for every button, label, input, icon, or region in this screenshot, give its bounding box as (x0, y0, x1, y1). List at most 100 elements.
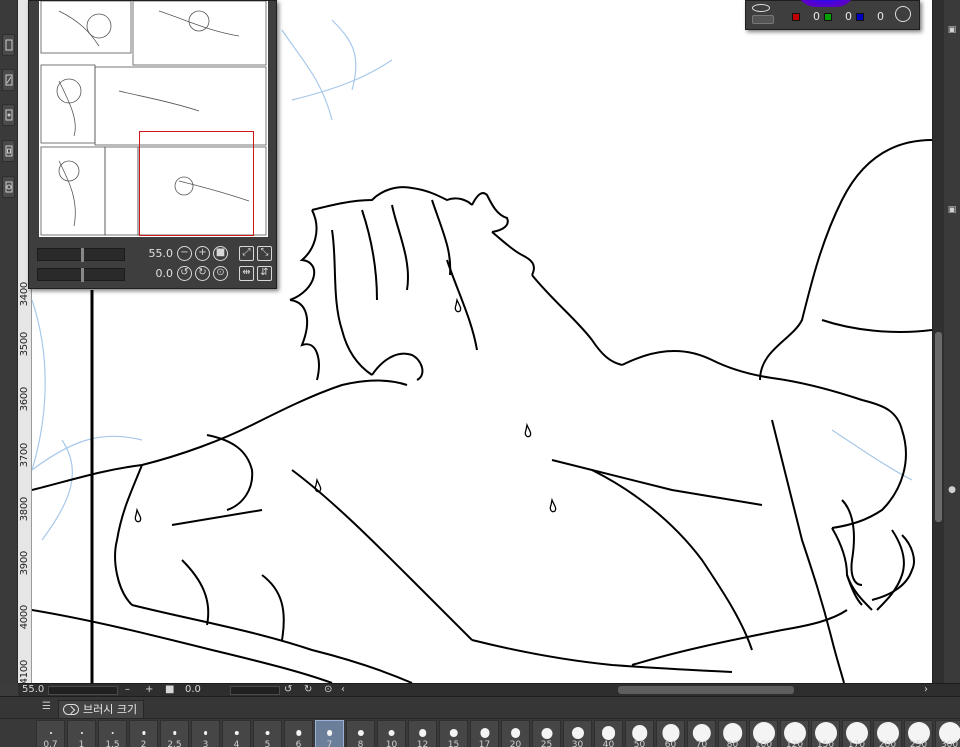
page-tool-button[interactable] (2, 176, 15, 198)
brush-size-cell[interactable]: 70 (687, 720, 716, 747)
wave-toggle-icon[interactable] (752, 15, 774, 24)
navigator-preview[interactable] (39, 1, 268, 237)
navigator-panel: 55.0 − + ■ ⤢ ⤡ 0.0 ↺ ↻ ⊙ ⇹ ⇵ (28, 0, 277, 289)
frame-tool-button[interactable] (2, 140, 15, 162)
brush-size-label: 1.5 (105, 740, 120, 747)
brush-size-dot (265, 730, 270, 736)
brush-size-cell[interactable]: 0.7 (36, 720, 65, 747)
blue-channel-value[interactable]: 0 (877, 10, 884, 23)
brush-size-cell[interactable]: 8 (346, 720, 375, 747)
brush-size-cell[interactable]: 4 (222, 720, 251, 747)
brush-size-cell[interactable]: 2.5 (160, 720, 189, 747)
fit-to-screen-button[interactable]: ⤢ (239, 246, 254, 261)
brush-size-cell[interactable]: 60 (656, 720, 685, 747)
flip-vertical-icon: ⇵ (260, 267, 269, 278)
zoom-in-button[interactable]: + (195, 246, 210, 261)
brush-size-cell[interactable]: 5 (253, 720, 282, 747)
green-channel-value[interactable]: 0 (845, 10, 852, 23)
view-tool-button[interactable] (2, 104, 15, 126)
clip-studio-window: 3400 3500 3600 3700 3800 3900 4000 4100 (0, 0, 960, 747)
rotate-right-button[interactable]: ↻ (195, 266, 210, 281)
red-channel-value[interactable]: 0 (813, 10, 820, 23)
status-rotate-value[interactable]: 0.0 (185, 684, 201, 696)
flip-horizontal-button[interactable]: ⇹ (239, 266, 254, 281)
brush-size-cell[interactable]: 20 (501, 720, 530, 747)
brush-size-cell[interactable]: 1 (67, 720, 96, 747)
tab-brush-size[interactable]: 브러시 크기 (58, 700, 145, 718)
brush-size-cell[interactable]: 300 (935, 720, 960, 747)
brush-size-dot (49, 732, 52, 734)
brush-size-cell[interactable]: 7 (315, 720, 344, 747)
status-rotate-right-icon[interactable]: ↻ (304, 684, 312, 696)
eyedropper-icon[interactable] (752, 4, 770, 12)
fit-to-navigator-button[interactable]: ⤡ (257, 246, 272, 261)
status-reset-rotation-icon[interactable]: ⊙ (324, 684, 332, 696)
edit-icon (5, 74, 12, 86)
brush-size-cell[interactable]: 170 (842, 720, 871, 747)
brush-size-cell[interactable]: 1.5 (98, 720, 127, 747)
vertical-scrollbar[interactable] (932, 0, 944, 683)
status-zoom-slider[interactable] (48, 686, 118, 695)
navigator-view-frame[interactable] (139, 131, 254, 236)
brush-size-label: 60 (664, 740, 677, 747)
panel-toggle-icon[interactable]: ▣ (947, 205, 957, 215)
panel-toggle-icon[interactable]: ▣ (947, 25, 957, 35)
brush-size-cell[interactable]: 10 (377, 720, 406, 747)
color-circle-icon[interactable]: ● (947, 485, 957, 495)
status-rotate-left-icon[interactable]: ↺ (284, 684, 292, 696)
brush-size-cell[interactable]: 25 (532, 720, 561, 747)
reset-rotation-button[interactable]: ⊙ (213, 266, 228, 281)
horizontal-scroll-thumb[interactable] (618, 686, 794, 694)
blue-channel-swatch (856, 13, 864, 21)
zoom-slider-thumb[interactable] (81, 248, 84, 262)
brush-size-label: 3 (202, 740, 209, 747)
scroll-left-icon[interactable]: ‹ (341, 684, 345, 696)
brush-size-dot (203, 731, 208, 735)
actual-size-button[interactable]: ■ (213, 246, 228, 261)
status-zoom-out-button[interactable]: – (125, 684, 130, 696)
rotate-slider-thumb[interactable] (81, 268, 84, 282)
zoom-value: 55.0 (148, 247, 174, 260)
brush-size-cell[interactable]: 40 (594, 720, 623, 747)
status-actual-size-icon[interactable]: ■ (165, 684, 174, 696)
color-wheel[interactable] (796, 0, 856, 7)
brush-size-cell[interactable]: 6 (284, 720, 313, 747)
panel-menu-icon[interactable]: ☰ (42, 702, 52, 712)
edit-tool-button[interactable] (2, 69, 15, 91)
brush-size-cell[interactable]: 30 (563, 720, 592, 747)
reset-icon: ⊙ (216, 267, 225, 278)
status-rotate-slider[interactable] (230, 686, 280, 695)
rotate-left-button[interactable]: ↺ (177, 266, 192, 281)
brush-size-label: 250 (909, 740, 928, 747)
brush-size-cell[interactable]: 150 (811, 720, 840, 747)
vertical-scroll-thumb[interactable] (935, 332, 942, 522)
brush-size-label: 10 (385, 740, 398, 747)
brush-size-dot (479, 728, 490, 738)
brush-size-label: 6 (295, 740, 302, 747)
flip-vertical-button[interactable]: ⇵ (257, 266, 272, 281)
brush-size-dot (295, 730, 302, 736)
brush-size-cell[interactable]: 3 (191, 720, 220, 747)
brush-size-cell[interactable]: 200 (873, 720, 902, 747)
fit-icon: ⤢ (242, 247, 251, 258)
zoom-slider[interactable] (37, 248, 125, 262)
brush-size-cell[interactable]: 2 (129, 720, 158, 747)
brush-size-cell[interactable]: 80 (718, 720, 747, 747)
brush-size-cell[interactable]: 100 (749, 720, 778, 747)
scroll-right-icon[interactable]: › (924, 684, 928, 696)
ruler-label: 3600 (19, 387, 30, 412)
brush-size-cell[interactable]: 17 (470, 720, 499, 747)
brush-size-cell[interactable]: 50 (625, 720, 654, 747)
status-zoom-in-button[interactable]: + (145, 684, 153, 696)
color-mode-button[interactable] (895, 6, 911, 22)
zoom-out-button[interactable]: − (177, 246, 192, 261)
status-zoom-value[interactable]: 55.0 (22, 684, 44, 696)
brush-size-label: 12 (416, 740, 429, 747)
layer-tool-button[interactable] (2, 34, 15, 56)
brush-size-cell[interactable]: 250 (904, 720, 933, 747)
brush-size-cell[interactable]: 12 (408, 720, 437, 747)
rotate-slider[interactable] (37, 268, 125, 282)
tab-brush-size-label: 브러시 크기 (83, 703, 138, 716)
brush-size-cell[interactable]: 120 (780, 720, 809, 747)
brush-size-cell[interactable]: 15 (439, 720, 468, 747)
